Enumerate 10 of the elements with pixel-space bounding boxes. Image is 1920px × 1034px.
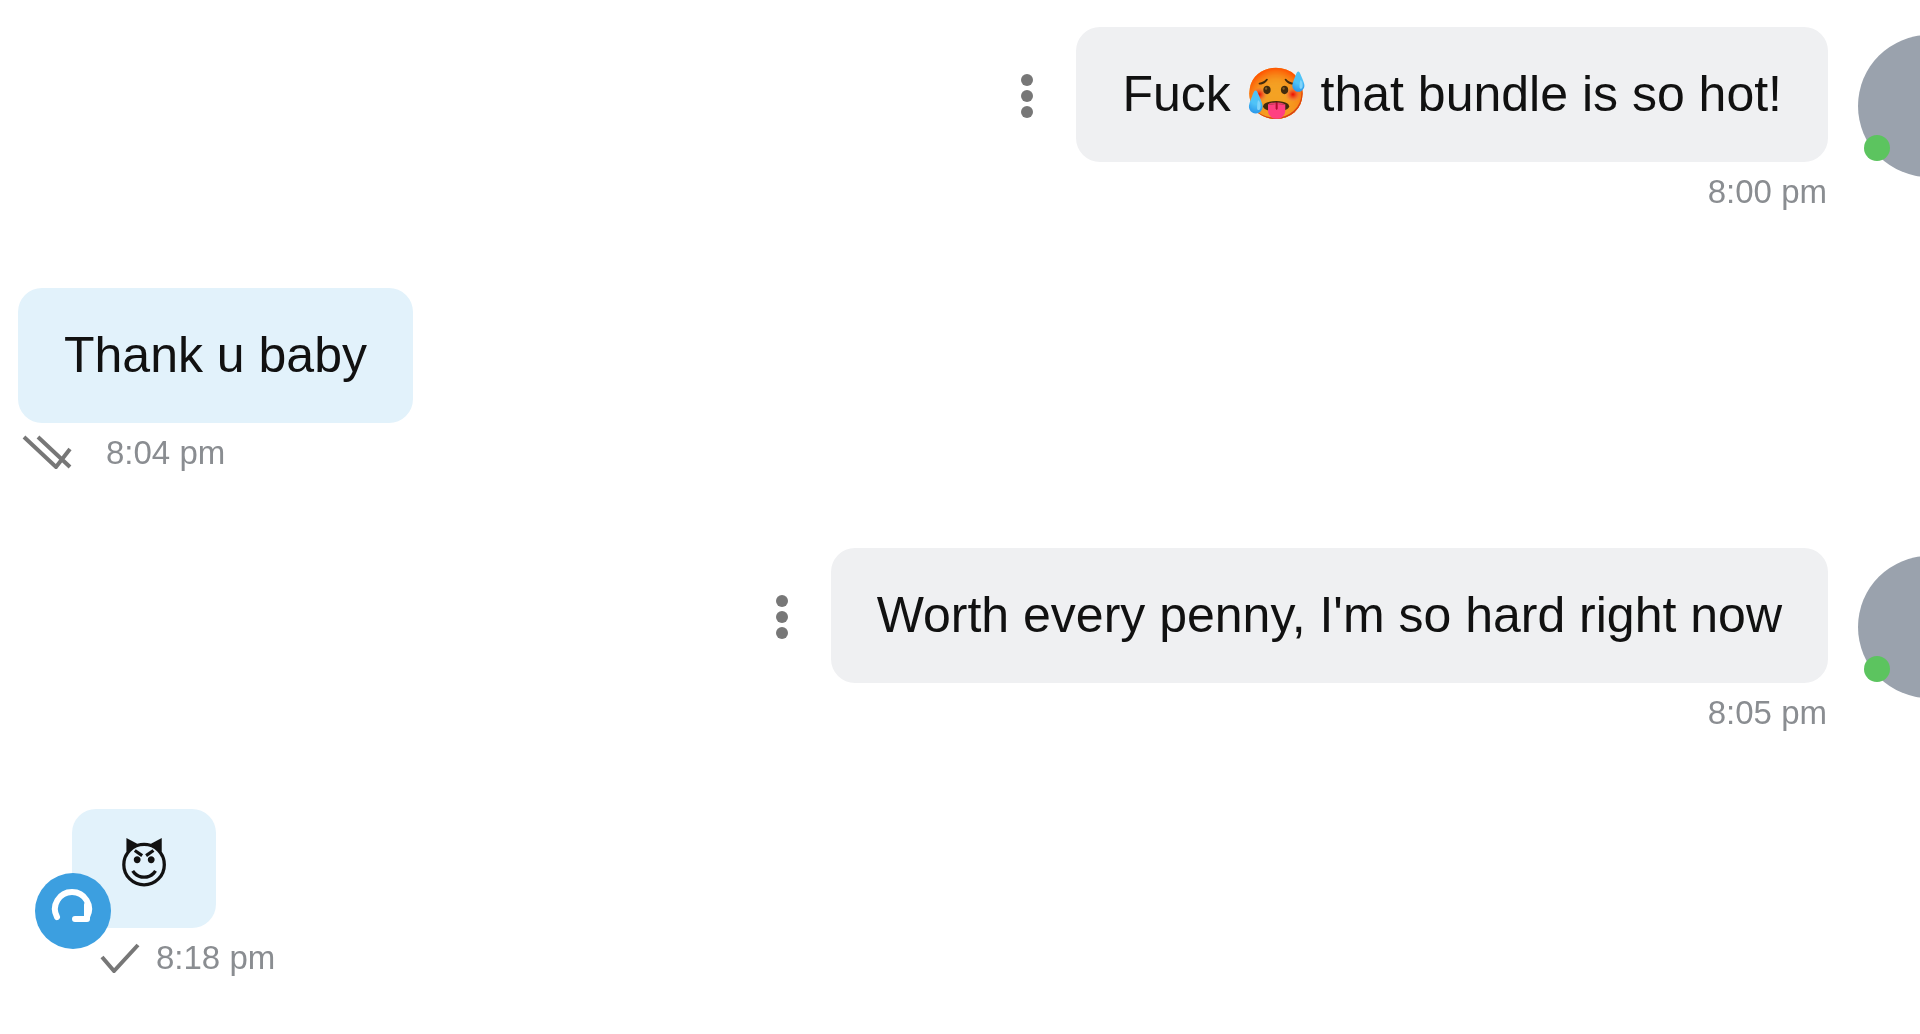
message-time: 8:18 pm — [156, 937, 276, 978]
more-icon[interactable] — [1020, 73, 1035, 119]
message-bubble: Fuck 🥵 that bundle is so hot! — [1076, 27, 1828, 162]
more-icon[interactable] — [774, 594, 789, 641]
redo-icon[interactable] — [35, 872, 111, 949]
message-bubble: Worth every penny, I'm so hard right now — [830, 548, 1828, 684]
message-bubble: Thank u baby — [18, 287, 413, 423]
message-time: 8:00 pm — [1707, 172, 1827, 212]
message-time: 8:04 pm — [106, 432, 226, 473]
message-time: 8:05 pm — [1707, 693, 1827, 733]
